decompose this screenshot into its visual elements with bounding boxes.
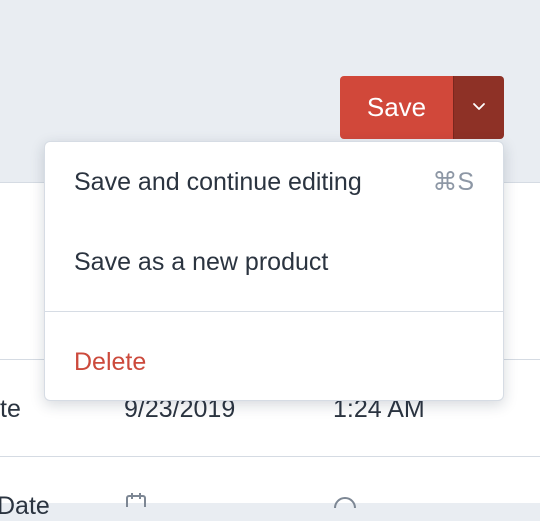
menu-item-save-as-new[interactable]: Save as a new product <box>45 222 503 302</box>
field-label-partial: Date <box>0 492 50 520</box>
save-button[interactable]: Save <box>340 76 453 139</box>
field-label-partial: te <box>0 395 21 423</box>
save-split-button: Save <box>340 76 504 139</box>
menu-item-label: Delete <box>74 347 147 376</box>
save-options-menu: Save and continue editing ⌘S Save as a n… <box>44 141 504 401</box>
menu-item-label: Save and continue editing <box>74 167 362 196</box>
clock-icon[interactable] <box>333 495 357 519</box>
save-options-toggle[interactable] <box>453 76 504 139</box>
calendar-icon[interactable] <box>124 493 148 512</box>
menu-divider <box>45 311 503 312</box>
row-divider <box>0 456 540 457</box>
keyboard-shortcut: ⌘S <box>432 168 474 196</box>
menu-item-label: Save as a new product <box>74 247 329 276</box>
chevron-down-icon <box>472 99 486 117</box>
menu-item-delete[interactable]: Delete <box>45 322 503 402</box>
menu-item-save-and-continue[interactable]: Save and continue editing ⌘S <box>45 142 503 222</box>
